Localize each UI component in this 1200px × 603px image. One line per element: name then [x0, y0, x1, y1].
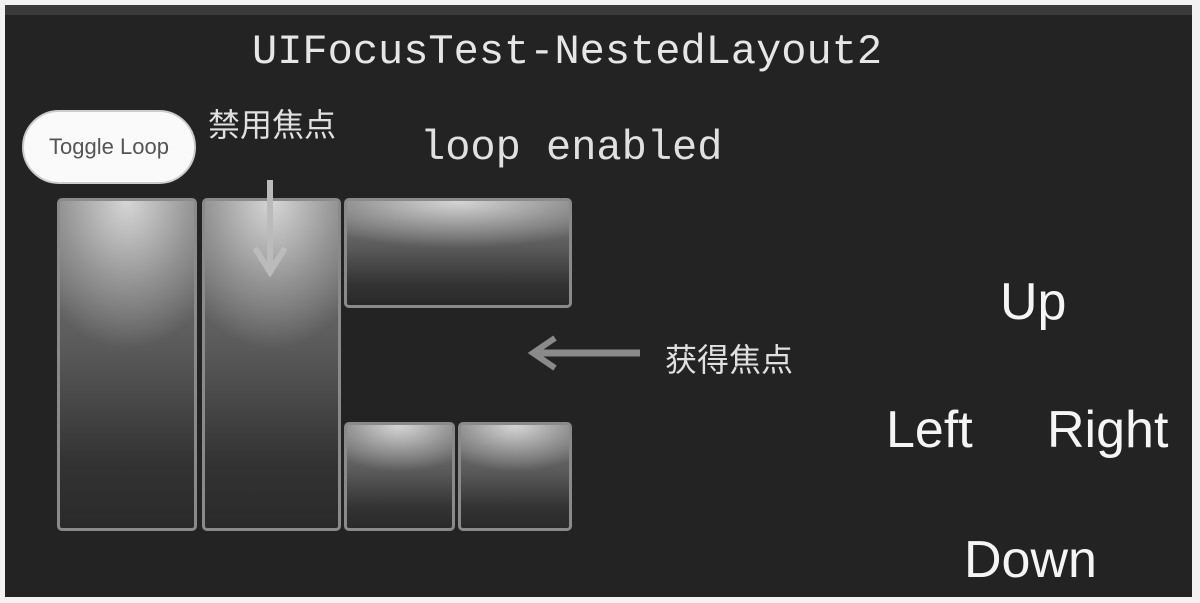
toggle-loop-button[interactable]: Toggle Loop [22, 110, 196, 184]
focus-panel-column-1[interactable] [57, 198, 197, 531]
direction-right-label: Right [1047, 401, 1169, 459]
loop-status-label: loop enabled [420, 124, 723, 172]
arrow-down-icon [252, 180, 288, 278]
gained-focus-annotation: 获得焦点 [665, 341, 794, 379]
focus-panel-bottom-left[interactable] [344, 422, 455, 531]
focus-panel-top-right[interactable] [344, 198, 572, 308]
focus-panel-bottom-right[interactable] [458, 422, 572, 531]
direction-left-label: Left [886, 401, 973, 459]
page-title: UIFocusTest-NestedLayout2 [252, 28, 883, 76]
direction-down-label: Down [964, 531, 1097, 589]
disabled-focus-annotation: 禁用焦点 [208, 106, 337, 144]
arrow-left-icon [527, 335, 640, 371]
direction-up-label: Up [1000, 273, 1067, 331]
